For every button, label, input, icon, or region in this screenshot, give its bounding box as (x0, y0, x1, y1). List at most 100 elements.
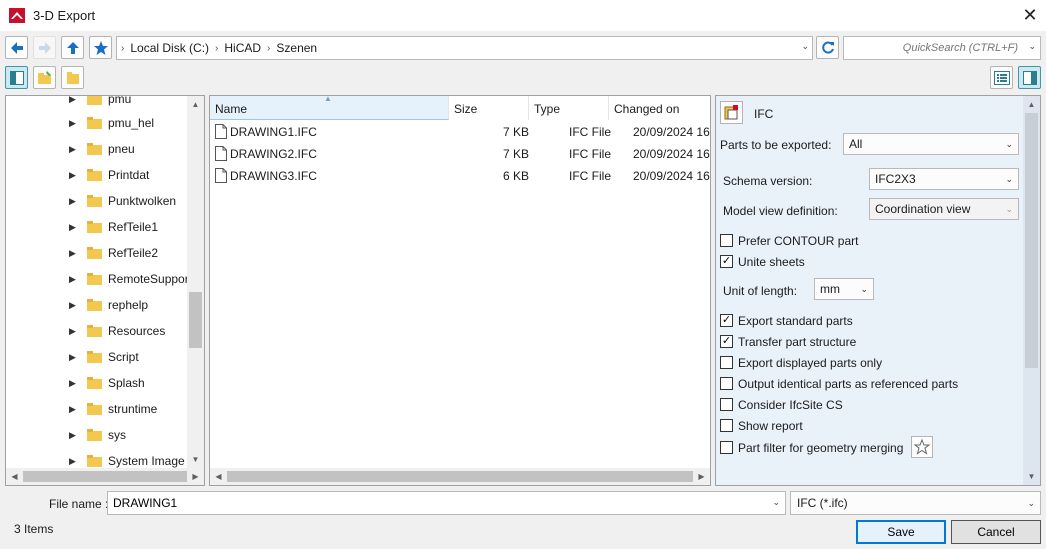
forward-button[interactable] (33, 36, 56, 59)
breadcrumb-segment[interactable]: Local Disk (C:) (130, 41, 209, 55)
tree-item[interactable]: ▶ pneu (6, 136, 188, 162)
toggle-tree-button[interactable] (5, 66, 28, 89)
identical-parts-referenced-checkbox[interactable] (720, 377, 733, 390)
tree-item[interactable]: ▶ Printdat (6, 162, 188, 188)
schema-select[interactable]: IFC2X3 ⌄ (869, 168, 1019, 190)
consider-ifcsite-checkbox[interactable] (720, 398, 733, 411)
tree-item[interactable]: ▶ RemoteSupport (6, 266, 192, 292)
breadcrumb-segment[interactable]: Szenen (276, 41, 317, 55)
toggle-preview-button[interactable] (1018, 66, 1041, 89)
refresh-button[interactable] (816, 36, 839, 59)
expand-arrow-icon[interactable]: ▶ (69, 430, 76, 441)
file-row[interactable]: DRAWING1.IFC 7 KB IFC File 20/09/2024 16 (210, 121, 710, 143)
column-header-name[interactable]: Name ▲ (210, 96, 449, 120)
tree-item[interactable]: ▶ sys (6, 422, 188, 448)
folder-icon (87, 351, 102, 363)
filename-field[interactable]: ⌄ (107, 491, 786, 515)
expand-arrow-icon[interactable]: ▶ (69, 248, 76, 259)
back-button[interactable] (5, 36, 28, 59)
scroll-thumb[interactable] (189, 292, 202, 348)
expand-arrow-icon[interactable]: ▶ (69, 96, 76, 105)
parts-select[interactable]: All ⌄ (843, 133, 1019, 155)
scroll-down-icon[interactable]: ▼ (187, 451, 204, 468)
expand-arrow-icon[interactable]: ▶ (69, 144, 76, 155)
scroll-left-icon[interactable]: ◀ (210, 468, 227, 485)
favorites-button[interactable] (89, 36, 112, 59)
save-button[interactable]: Save (856, 520, 946, 544)
expand-arrow-icon[interactable]: ▶ (69, 300, 76, 311)
file-icon (215, 168, 227, 183)
prefer-contour-checkbox[interactable] (720, 234, 733, 247)
folder-button[interactable] (61, 66, 84, 89)
cancel-button[interactable]: Cancel (951, 520, 1041, 544)
expand-arrow-icon[interactable]: ▶ (69, 456, 76, 467)
up-button[interactable] (61, 36, 84, 59)
expand-arrow-icon[interactable]: ▶ (69, 352, 76, 363)
part-filter-checkbox[interactable] (720, 441, 733, 454)
scroll-thumb[interactable] (1025, 113, 1038, 368)
new-folder-button[interactable] (33, 66, 56, 89)
tree-item[interactable]: ▶ rephelp (6, 292, 188, 318)
file-row[interactable]: DRAWING2.IFC 7 KB IFC File 20/09/2024 16 (210, 143, 710, 165)
folder-tree[interactable]: ▶ pmu ▶ pmu_hel ▶ pneu ▶ Printdat ▶ Punk… (5, 95, 205, 486)
filetype-select[interactable]: IFC (*.ifc) ⌄ (790, 491, 1041, 515)
column-header-type[interactable]: Type (529, 96, 609, 120)
tree-item[interactable]: ▶ Script (6, 344, 188, 370)
ifc-settings-button[interactable] (720, 101, 743, 124)
quick-search-input[interactable] (848, 37, 1018, 59)
tree-item[interactable]: ▶ Splash (6, 370, 188, 396)
tree-item[interactable]: ▶ RefTeile1 (6, 214, 188, 240)
arrow-right-icon (38, 41, 51, 54)
tree-item[interactable]: ▶ Punktwolken (6, 188, 188, 214)
scroll-left-icon[interactable]: ◀ (6, 468, 23, 485)
chevron-down-icon[interactable]: ⌄ (801, 41, 809, 52)
file-row[interactable]: DRAWING3.IFC 6 KB IFC File 20/09/2024 16 (210, 165, 710, 187)
tree-item[interactable]: ▶ pmu_hel (6, 110, 188, 136)
scroll-right-icon[interactable]: ▶ (693, 468, 710, 485)
details-view-button[interactable] (990, 66, 1013, 89)
expand-arrow-icon[interactable]: ▶ (69, 222, 76, 233)
scroll-thumb[interactable] (23, 471, 187, 482)
tree-horizontal-scrollbar[interactable]: ◀ ▶ (6, 468, 204, 485)
address-bar[interactable]: › Local Disk (C:) › HiCAD › Szenen ⌄ (116, 36, 813, 60)
scroll-down-icon[interactable]: ▼ (1023, 468, 1040, 485)
tree-item[interactable]: ▶ Resources (6, 318, 188, 344)
chevron-down-icon[interactable]: ⌄ (1028, 41, 1036, 52)
tree-item[interactable]: ▶ RefTeile2 (6, 240, 188, 266)
scroll-thumb[interactable] (227, 471, 693, 482)
column-header-changed[interactable]: Changed on (609, 96, 710, 120)
expand-arrow-icon[interactable]: ▶ (69, 274, 76, 285)
folder-icon (87, 117, 102, 129)
tree-item-label: sys (108, 428, 126, 442)
expand-arrow-icon[interactable]: ▶ (69, 404, 76, 415)
transfer-part-structure-checkbox[interactable]: ✓ (720, 335, 733, 348)
expand-arrow-icon[interactable]: ▶ (69, 196, 76, 207)
file-list-horizontal-scrollbar[interactable]: ◀ ▶ (210, 468, 710, 485)
scroll-up-icon[interactable]: ▲ (187, 96, 204, 113)
navigation-bar: › Local Disk (C:) › HiCAD › Szenen ⌄ ⌄ (0, 31, 1046, 63)
tree-item[interactable]: ▶ struntime (6, 396, 188, 422)
quick-search[interactable]: ⌄ (843, 36, 1041, 60)
unite-sheets-checkbox[interactable]: ✓ (720, 255, 733, 268)
part-filter-favorite-button[interactable] (911, 436, 933, 458)
unit-select[interactable]: mm ⌄ (814, 278, 874, 300)
scroll-up-icon[interactable]: ▲ (1023, 96, 1040, 113)
options-vertical-scrollbar[interactable]: ▲ ▼ (1023, 96, 1040, 485)
expand-arrow-icon[interactable]: ▶ (69, 378, 76, 389)
breadcrumb-segment[interactable]: HiCAD (224, 41, 261, 55)
tree-vertical-scrollbar[interactable]: ▲ ▼ (187, 96, 204, 468)
expand-arrow-icon[interactable]: ▶ (69, 326, 76, 337)
show-report-checkbox[interactable] (720, 419, 733, 432)
export-displayed-only-checkbox[interactable] (720, 356, 733, 369)
chevron-down-icon[interactable]: ⌄ (772, 497, 780, 508)
file-list[interactable]: Name ▲ Size Type Changed on DRAWING1.IFC… (209, 95, 711, 486)
folder-icon (87, 247, 102, 259)
column-header-size[interactable]: Size (449, 96, 529, 120)
mvd-select[interactable]: Coordination view ⌄ (869, 198, 1019, 220)
filename-input[interactable] (108, 492, 758, 514)
expand-arrow-icon[interactable]: ▶ (69, 170, 76, 181)
export-standard-parts-checkbox[interactable]: ✓ (720, 314, 733, 327)
close-icon[interactable]: ✕ (1020, 5, 1040, 25)
scroll-right-icon[interactable]: ▶ (187, 468, 204, 485)
expand-arrow-icon[interactable]: ▶ (69, 118, 76, 129)
